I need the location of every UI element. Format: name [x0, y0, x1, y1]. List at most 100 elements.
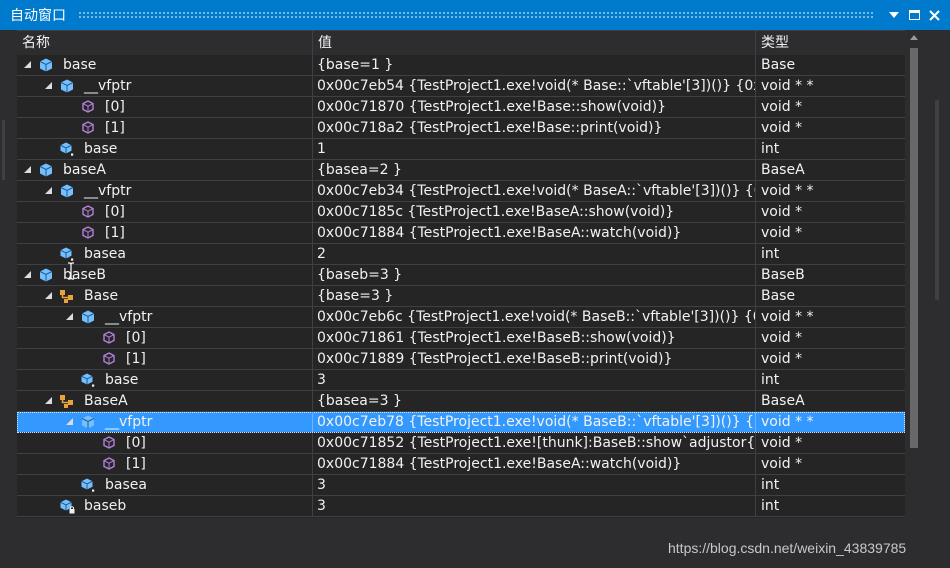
expand-collapse-icon[interactable]: [44, 186, 54, 196]
window-title: 自动窗口: [10, 8, 66, 24]
type-cell: void *: [761, 435, 803, 451]
table-row[interactable]: [0] 0x00c71852 {TestProject1.exe![thunk]:…: [17, 433, 905, 454]
table-row[interactable]: __vfptr 0x00c7eb78 {TestProject1.exe!void…: [17, 412, 905, 433]
value-cell[interactable]: 1: [313, 139, 756, 159]
name-cell[interactable]: basea: [17, 244, 313, 264]
value-cell[interactable]: 0x00c718a2 {TestProject1.exe!Base::print…: [313, 118, 756, 138]
table-row[interactable]: [0] 0x00c71861 {TestProject1.exe!BaseB::s…: [17, 328, 905, 349]
table-row[interactable]: [1] 0x00c718a2 {TestProject1.exe!Base::pr…: [17, 118, 905, 139]
type-cell: void *: [761, 456, 803, 472]
value-cell[interactable]: 0x00c71884 {TestProject1.exe!BaseA::watc…: [313, 454, 756, 474]
table-row[interactable]: basea 2 int: [17, 244, 905, 265]
expand-collapse-icon[interactable]: [65, 312, 75, 322]
value-cell[interactable]: 0x00c7eb78 {TestProject1.exe!void(* Base…: [313, 412, 756, 432]
expand-collapse-icon[interactable]: [65, 417, 75, 427]
value-cell[interactable]: {baseb=3 }: [313, 265, 756, 285]
value-cell[interactable]: {base=1 }: [313, 55, 756, 75]
name-cell[interactable]: BaseA: [17, 391, 313, 411]
virtual-function-icon: [103, 352, 115, 365]
table-row[interactable]: base 1 int: [17, 139, 905, 160]
close-icon[interactable]: [924, 5, 944, 25]
name-cell[interactable]: [1]: [17, 454, 313, 474]
value-cell[interactable]: 0x00c7eb6c {TestProject1.exe!void(* Base…: [313, 307, 756, 327]
name-cell[interactable]: __vfptr: [17, 76, 313, 96]
right-dock-tab: [935, 100, 939, 300]
value-cell[interactable]: 3: [313, 475, 756, 495]
virtual-function-icon: [82, 100, 94, 113]
name-cell[interactable]: base: [17, 370, 313, 390]
value-cell[interactable]: {base=3 }: [313, 286, 756, 306]
name-cell[interactable]: [1]: [17, 223, 313, 243]
column-header-name[interactable]: 名称: [17, 31, 313, 55]
value-cell[interactable]: 0x00c71852 {TestProject1.exe![thunk]:Bas…: [313, 433, 756, 453]
table-row[interactable]: baseB {baseb=3 } BaseB: [17, 265, 905, 286]
table-row[interactable]: [0] 0x00c71870 {TestProject1.exe!Base::sh…: [17, 97, 905, 118]
table-row[interactable]: [1] 0x00c71889 {TestProject1.exe!BaseB::p…: [17, 349, 905, 370]
name-cell[interactable]: baseB: [17, 265, 313, 285]
scroll-up-icon[interactable]: [905, 30, 923, 46]
variable-name: __vfptr: [105, 309, 153, 325]
type-cell: BaseB: [761, 267, 805, 283]
value-cell[interactable]: 0x00c71884 {TestProject1.exe!BaseA::watc…: [313, 223, 756, 243]
type-cell: Base: [761, 57, 796, 73]
table-row[interactable]: [1] 0x00c71884 {TestProject1.exe!BaseA::w…: [17, 454, 905, 475]
name-cell[interactable]: [1]: [17, 349, 313, 369]
type-cell: void * *: [761, 78, 814, 94]
name-cell[interactable]: __vfptr: [17, 307, 313, 327]
table-row[interactable]: Base {base=3 } Base: [17, 286, 905, 307]
table-row[interactable]: base {base=1 } Base: [17, 55, 905, 76]
expand-collapse-icon[interactable]: [44, 291, 54, 301]
name-cell[interactable]: __vfptr: [17, 412, 313, 432]
table-row[interactable]: baseb 3 int: [17, 496, 905, 517]
name-cell[interactable]: [1]: [17, 118, 313, 138]
maximize-icon[interactable]: [904, 5, 924, 25]
titlebar-grip[interactable]: [78, 11, 874, 19]
name-cell[interactable]: base: [17, 55, 313, 75]
dropdown-menu-icon[interactable]: [884, 5, 904, 25]
column-header-value[interactable]: 值: [313, 31, 756, 55]
name-cell[interactable]: baseA: [17, 160, 313, 180]
name-cell[interactable]: __vfptr: [17, 181, 313, 201]
vertical-scrollbar[interactable]: [905, 30, 923, 517]
expand-collapse-icon[interactable]: [44, 81, 54, 91]
expand-collapse-icon[interactable]: [23, 270, 33, 280]
name-cell[interactable]: [0]: [17, 433, 313, 453]
table-row[interactable]: __vfptr 0x00c7eb6c {TestProject1.exe!void…: [17, 307, 905, 328]
value-cell[interactable]: 2: [313, 244, 756, 264]
name-cell[interactable]: Base: [17, 286, 313, 306]
object-icon: [60, 79, 74, 93]
table-row[interactable]: base 3 int: [17, 370, 905, 391]
value-cell[interactable]: 0x00c71889 {TestProject1.exe!BaseB::prin…: [313, 349, 756, 369]
value-cell[interactable]: {basea=2 }: [313, 160, 756, 180]
table-row[interactable]: baseA {basea=2 } BaseA: [17, 160, 905, 181]
column-header-type[interactable]: 类型: [756, 31, 905, 55]
scrollbar-thumb[interactable]: [910, 48, 918, 448]
expand-collapse-icon[interactable]: [23, 60, 33, 70]
value-cell[interactable]: {basea=3 }: [313, 391, 756, 411]
value-cell[interactable]: 3: [313, 496, 756, 516]
expand-collapse-icon[interactable]: [44, 396, 54, 406]
watch-grid[interactable]: 名称 值 类型 base {base=1 } Base __vfptr 0x00c7eb…: [17, 30, 905, 518]
value-cell[interactable]: 0x00c7eb54 {TestProject1.exe!void(* Base…: [313, 76, 756, 96]
value-cell[interactable]: 0x00c71870 {TestProject1.exe!Base::show(…: [313, 97, 756, 117]
expand-collapse-icon[interactable]: [23, 165, 33, 175]
table-row[interactable]: [0] 0x00c7185c {TestProject1.exe!BaseA::s…: [17, 202, 905, 223]
name-cell[interactable]: [0]: [17, 328, 313, 348]
name-cell[interactable]: [0]: [17, 202, 313, 222]
value-cell[interactable]: 0x00c7185c {TestProject1.exe!BaseA::show…: [313, 202, 756, 222]
table-row[interactable]: __vfptr 0x00c7eb34 {TestProject1.exe!void…: [17, 181, 905, 202]
table-row[interactable]: __vfptr 0x00c7eb54 {TestProject1.exe!void…: [17, 76, 905, 97]
value-cell[interactable]: 0x00c71861 {TestProject1.exe!BaseB::show…: [313, 328, 756, 348]
name-cell[interactable]: base: [17, 139, 313, 159]
name-cell[interactable]: [0]: [17, 97, 313, 117]
window-titlebar[interactable]: 自动窗口: [0, 0, 950, 30]
name-cell[interactable]: baseb: [17, 496, 313, 516]
watermark-text: https://blog.csdn.net/weixin_43839785: [668, 540, 907, 556]
value-cell[interactable]: 0x00c7eb34 {TestProject1.exe!void(* Base…: [313, 181, 756, 201]
table-row[interactable]: [1] 0x00c71884 {TestProject1.exe!BaseA::w…: [17, 223, 905, 244]
value-cell[interactable]: 3: [313, 370, 756, 390]
table-row[interactable]: BaseA {basea=3 } BaseA: [17, 391, 905, 412]
name-cell[interactable]: basea: [17, 475, 313, 495]
field-icon: [81, 373, 95, 387]
table-row[interactable]: basea 3 int: [17, 475, 905, 496]
